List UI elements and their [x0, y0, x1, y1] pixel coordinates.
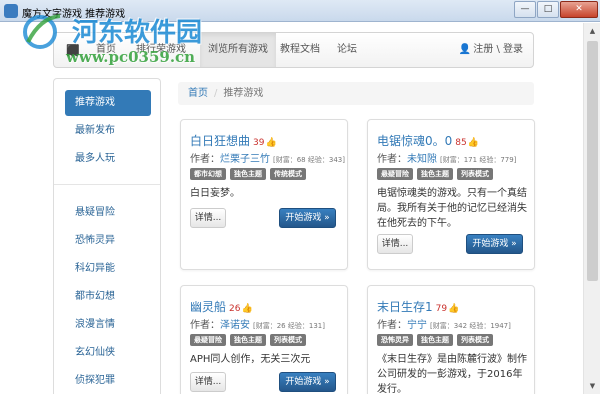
app-icon	[4, 4, 18, 18]
author-name[interactable]: 宁宁	[407, 320, 427, 331]
sidebar-item-urban-fantasy[interactable]: 都市幻想	[65, 284, 151, 310]
thumbs-up-icon[interactable]: 👍	[468, 138, 479, 148]
sidebar-item-scifi[interactable]: 科幻异能	[65, 256, 151, 282]
card-author-row: 作者：宁宁 [财富：342 经验：1947]	[377, 316, 511, 331]
breadcrumb-home[interactable]: 首页	[188, 88, 208, 99]
tag-mode: 传统模式	[270, 168, 306, 180]
author-name[interactable]: 烂栗子三竹	[220, 154, 270, 165]
author-label: 作者：	[190, 154, 220, 165]
tag-list: 都市幻想 独色主题 传统模式	[190, 168, 310, 180]
game-card: 白日狂想曲 39👍 作者：烂栗子三竹 [财富：68 经验：343] 都市幻想 独色主…	[180, 119, 348, 270]
card-author-row: 作者：泽诺安 [财富：26 经验：131]	[190, 316, 325, 331]
sidebar-item-detective[interactable]: 侦探犯罪	[65, 368, 151, 394]
details-button[interactable]: 详情...	[190, 372, 226, 392]
category-sidebar: 推荐游戏 最新发布 最多人玩 悬疑冒险 恐怖灵异 科幻异能 都市幻想 浪漫言情 …	[53, 78, 161, 394]
nav-forum[interactable]: 论坛	[337, 33, 357, 67]
game-title[interactable]: 白日狂想曲	[190, 134, 250, 148]
sidebar-divider	[54, 184, 160, 185]
window-title: 魔方文字游戏 推荐游戏	[22, 9, 126, 20]
user-icon: 👤	[458, 44, 472, 55]
game-description: 电锯惊魂类的游戏。只有一个真结局。我所有关于他的记忆已经消失在他死去的下午。	[377, 188, 527, 229]
vertical-scrollbar[interactable]: ▲ ▼	[583, 23, 600, 394]
card-title-row: 白日狂想曲 39👍	[190, 132, 277, 149]
card-title-row: 末日生存1 79👍	[377, 298, 459, 315]
start-game-button[interactable]: 开始游戏 »	[279, 208, 336, 228]
author-name[interactable]: 泽诺安	[220, 320, 250, 331]
window-controls: — □ ✕	[513, 1, 598, 18]
author-label: 作者：	[377, 154, 407, 165]
sidebar-item-romance[interactable]: 浪漫言情	[65, 312, 151, 338]
sidebar-item-recommended[interactable]: 推荐游戏	[65, 90, 151, 116]
card-author-row: 作者：未知隙 [财富：171 经验：779]	[377, 150, 516, 165]
game-title[interactable]: 末日生存1	[377, 300, 433, 314]
card-title-row: 幽灵船 26👍	[190, 298, 253, 315]
scroll-down-icon[interactable]: ▼	[585, 378, 600, 394]
author-meta: [财富：26 经验：131]	[253, 322, 325, 330]
tag-list: 悬疑冒险 独色主题 列表模式	[377, 168, 497, 180]
breadcrumb-separator: /	[214, 88, 218, 99]
tag-theme: 独色主题	[230, 168, 266, 180]
like-count: 39	[253, 138, 265, 148]
author-label: 作者：	[190, 320, 220, 331]
tag-mode: 列表模式	[457, 334, 493, 346]
game-title[interactable]: 幽灵船	[190, 300, 226, 314]
card-author-row: 作者：烂栗子三竹 [财富：68 经验：343]	[190, 150, 345, 165]
window-titlebar: 魔方文字游戏 推荐游戏 — □ ✕	[0, 0, 600, 22]
details-button[interactable]: 详情...	[377, 234, 413, 254]
game-description: 《末日生存》是由陈麓行波》制作公司研发的一彭游戏，于2016年发行。	[377, 354, 527, 394]
nav-user-label: 注册 \ 登录	[473, 44, 523, 55]
thumbs-up-icon[interactable]: 👍	[241, 304, 252, 314]
like-count: 79	[435, 304, 448, 314]
nav-tutorials[interactable]: 教程文档	[280, 33, 320, 67]
details-button[interactable]: 详情...	[190, 208, 226, 228]
maximize-button[interactable]: □	[537, 1, 559, 18]
nav-browse-all[interactable]: 浏览所有游戏	[200, 33, 276, 67]
card-title-row: 电锯惊魂0。0 85👍	[377, 132, 479, 149]
breadcrumb-current: 推荐游戏	[223, 88, 264, 99]
game-card: 电锯惊魂0。0 85👍 作者：未知隙 [财富：171 经验：779] 悬疑冒险 独色…	[367, 119, 535, 270]
sidebar-item-xianxia[interactable]: 玄幻仙侠	[65, 340, 151, 366]
thumbs-up-icon[interactable]: 👍	[265, 138, 276, 148]
game-card: 幽灵船 26👍 作者：泽诺安 [财富：26 经验：131] 悬疑冒险 独色主题 列表…	[180, 285, 348, 394]
tag-genre: 恐怖灵异	[377, 334, 413, 346]
nav-register-login[interactable]: 👤 注册 \ 登录	[459, 33, 523, 67]
author-meta: [财富：171 经验：779]	[440, 156, 517, 164]
tag-list: 恐怖灵异 独色主题 列表模式	[377, 334, 497, 346]
start-game-button[interactable]: 开始游戏 »	[279, 372, 336, 392]
thumbs-up-icon[interactable]: 👍	[448, 304, 459, 314]
sidebar-item-mystery[interactable]: 悬疑冒险	[65, 200, 151, 226]
close-button[interactable]: ✕	[560, 1, 598, 18]
like-count: 85	[455, 138, 467, 148]
tag-genre: 悬疑冒险	[190, 334, 226, 346]
tag-mode: 列表模式	[457, 168, 493, 180]
tag-genre: 都市幻想	[190, 168, 226, 180]
breadcrumb: 首页 / 推荐游戏	[178, 82, 534, 105]
game-description: APH同人创作，无关三次元	[190, 354, 311, 365]
nav-ranking[interactable]: 排行荣游戏	[136, 33, 186, 67]
game-card: 末日生存1 79👍 作者：宁宁 [财富：342 经验：1947] 恐怖灵异 独色主题…	[367, 285, 535, 394]
minimize-button[interactable]: —	[514, 1, 536, 18]
scrollbar-thumb[interactable]	[587, 41, 598, 281]
sidebar-item-most-played[interactable]: 最多人玩	[65, 146, 151, 172]
like-count: 26	[229, 304, 241, 314]
tag-mode: 列表模式	[270, 334, 306, 346]
nav-home[interactable]: 首页	[96, 33, 116, 67]
sidebar-item-horror[interactable]: 恐怖灵异	[65, 228, 151, 254]
start-game-button[interactable]: 开始游戏 »	[466, 234, 523, 254]
tag-theme: 独色主题	[417, 168, 453, 180]
author-meta: [财富：68 经验：343]	[273, 156, 345, 164]
sidebar-item-latest[interactable]: 最新发布	[65, 118, 151, 144]
author-label: 作者：	[377, 320, 407, 331]
tag-genre: 悬疑冒险	[377, 168, 413, 180]
author-meta: [财富：342 经验：1947]	[430, 322, 511, 330]
tag-list: 悬疑冒险 独色主题 列表模式	[190, 334, 310, 346]
top-navbar: ⬛ 首页 排行荣游戏 浏览所有游戏 教程文档 论坛 👤 注册 \ 登录	[53, 32, 534, 68]
game-title[interactable]: 电锯惊魂0。0	[377, 134, 452, 148]
tag-theme: 独色主题	[417, 334, 453, 346]
scroll-up-icon[interactable]: ▲	[585, 23, 600, 39]
tag-theme: 独色主题	[230, 334, 266, 346]
game-description: 白日妄梦。	[190, 188, 240, 199]
cube-icon[interactable]: ⬛	[66, 44, 80, 57]
author-name[interactable]: 未知隙	[407, 154, 437, 165]
